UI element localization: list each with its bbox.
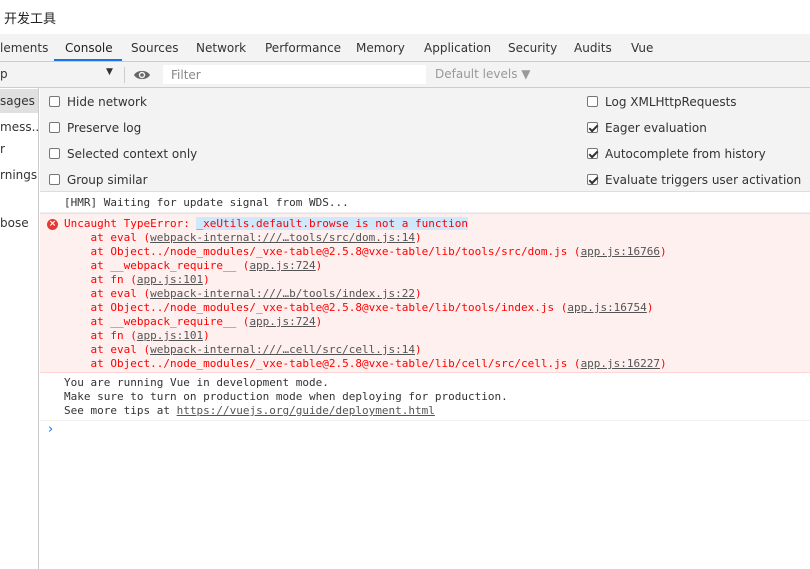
- console-settings-panel: Hide network Preserve log Selected conte…: [40, 88, 810, 192]
- stack-frame-link[interactable]: webpack-internal:///…tools/src/dom.js:14: [150, 231, 415, 244]
- option-label: Hide network: [67, 95, 147, 109]
- stack-frame-text: at eval (: [64, 287, 151, 300]
- tab-security[interactable]: Security: [508, 41, 557, 55]
- stack-frame: at fn (app.js:101): [64, 329, 210, 343]
- checkbox[interactable]: [587, 96, 598, 107]
- console-toolbar: p ▼ Default levels ▼: [0, 62, 810, 88]
- stack-frame: at Object../node_modules/_vxe-table@2.5.…: [64, 245, 667, 259]
- tab-console[interactable]: Console: [65, 41, 113, 55]
- devtools-tab-bar: lements Console Sources Network Performa…: [0, 34, 810, 62]
- checkbox[interactable]: [49, 174, 60, 185]
- checkbox[interactable]: [49, 148, 60, 159]
- stack-frame: at __webpack_require__ (app.js:724): [64, 315, 322, 329]
- stack-frame-text: ): [203, 273, 210, 286]
- tab-memory[interactable]: Memory: [356, 41, 405, 55]
- checkbox[interactable]: [587, 122, 598, 133]
- sidebar-item-verbose[interactable]: bose: [0, 216, 38, 230]
- stack-frame-text: ): [660, 357, 667, 370]
- default-levels-dropdown[interactable]: Default levels ▼: [435, 67, 531, 81]
- window-titlebar: 开发工具: [0, 0, 810, 34]
- message-line: See more tips at https://vuejs.org/guide…: [64, 404, 435, 418]
- stack-frame: at eval (webpack-internal:///…b/tools/in…: [64, 287, 422, 301]
- error-message: _xeUtils.default.browse is not a functio…: [196, 217, 468, 230]
- context-selector[interactable]: p: [0, 67, 8, 81]
- console-message-error: × Uncaught TypeError: _xeUtils.default.b…: [40, 213, 810, 373]
- checkbox[interactable]: [49, 96, 60, 107]
- stack-frame-text: ): [646, 301, 654, 314]
- live-expression-eye-icon[interactable]: [133, 68, 151, 82]
- stack-frame-text: at fn (: [64, 329, 137, 342]
- console-prompt-icon[interactable]: ›: [48, 422, 53, 437]
- option-label: Log XMLHttpRequests: [605, 95, 737, 109]
- option-label: Evaluate triggers user activation: [605, 173, 802, 187]
- error-prefix: Uncaught TypeError:: [64, 217, 197, 230]
- stack-frame-link[interactable]: app.js:724: [249, 315, 315, 328]
- stack-frame-link[interactable]: app.js:101: [137, 273, 203, 286]
- stack-frame-text: ): [315, 315, 323, 328]
- stack-frame-text: ): [415, 343, 422, 356]
- sidebar-item-user-messages[interactable]: mess...: [0, 120, 38, 134]
- checkbox[interactable]: [49, 122, 60, 133]
- tab-elements[interactable]: lements: [0, 41, 48, 55]
- tab-vue[interactable]: Vue: [631, 41, 653, 55]
- message-line: Make sure to turn on production mode whe…: [64, 390, 508, 403]
- vue-deployment-link[interactable]: https://vuejs.org/guide/deployment.html: [177, 404, 435, 417]
- message-text: [HMR] Waiting for update signal from WDS…: [64, 196, 349, 209]
- console-sidebar: sages mess... r rnings bose: [0, 88, 39, 569]
- stack-frame: at __webpack_require__ (app.js:724): [64, 259, 322, 273]
- stack-frame: at Object../node_modules/_vxe-table@2.5.…: [64, 357, 667, 371]
- stack-frame-link[interactable]: app.js:16766: [581, 245, 660, 258]
- stack-frame-text: at eval (: [64, 343, 151, 356]
- stack-frame-text: ): [203, 329, 210, 342]
- tab-network[interactable]: Network: [196, 41, 246, 55]
- stack-frame-text: ): [315, 259, 323, 272]
- stack-frame-text: at Object../node_modules/_vxe-table@2.5.…: [64, 245, 581, 258]
- tab-audits[interactable]: Audits: [574, 41, 612, 55]
- option-label: Selected context only: [67, 147, 198, 161]
- checkbox[interactable]: [587, 174, 598, 185]
- stack-frame-text: at Object../node_modules/_vxe-table@2.5.…: [64, 357, 581, 370]
- sidebar-item-warnings[interactable]: rnings: [0, 168, 38, 182]
- message-text: See more tips at: [64, 404, 177, 417]
- stack-frame-link[interactable]: app.js:724: [249, 259, 315, 272]
- console-message-hmr: [HMR] Waiting for update signal from WDS…: [40, 192, 810, 213]
- active-tab-indicator: [54, 59, 122, 61]
- option-label: Preserve log: [67, 121, 142, 135]
- stack-frame-link[interactable]: app.js:16227: [581, 357, 660, 370]
- stack-frame-text: at __webpack_require__ (: [64, 259, 250, 272]
- stack-frame-link[interactable]: webpack-internal:///…cell/src/cell.js:14: [150, 343, 415, 356]
- checkbox[interactable]: [587, 148, 598, 159]
- console-output[interactable]: [HMR] Waiting for update signal from WDS…: [40, 192, 810, 569]
- stack-frame: at Object../node_modules/_vxe-table@2.5.…: [64, 301, 653, 315]
- option-label: Eager evaluation: [605, 121, 707, 135]
- console-message-vue: You are running Vue in development mode.…: [40, 373, 810, 421]
- stack-frame-text: ): [415, 287, 422, 300]
- option-label: Autocomplete from history: [605, 147, 766, 161]
- stack-frame-text: at __webpack_require__ (: [64, 315, 250, 328]
- sidebar-item-errors[interactable]: r: [0, 142, 38, 156]
- option-label: Group similar: [67, 173, 148, 187]
- tab-application[interactable]: Application: [424, 41, 491, 55]
- window-title: 开发工具: [4, 12, 57, 27]
- error-icon: ×: [47, 219, 58, 230]
- tab-performance[interactable]: Performance: [265, 41, 341, 55]
- stack-frame: at eval (webpack-internal:///…tools/src/…: [64, 231, 422, 245]
- stack-frame-text: ): [660, 245, 667, 258]
- stack-frame-text: at fn (: [64, 273, 137, 286]
- sidebar-item-messages[interactable]: sages: [0, 94, 38, 108]
- toolbar-divider: [124, 67, 125, 83]
- error-headline: Uncaught TypeError: _xeUtils.default.bro…: [64, 217, 468, 231]
- stack-frame-link[interactable]: webpack-internal:///…b/tools/index.js:22: [150, 287, 415, 300]
- context-dropdown-arrow-icon[interactable]: ▼: [106, 67, 113, 77]
- stack-frame: at fn (app.js:101): [64, 273, 210, 287]
- stack-frame-text: at Object../node_modules/_vxe-table@2.5.…: [64, 301, 568, 314]
- stack-frame-link[interactable]: app.js:101: [137, 329, 203, 342]
- stack-frame: at eval (webpack-internal:///…cell/src/c…: [64, 343, 422, 357]
- stack-frame-text: ): [415, 231, 422, 244]
- message-line: You are running Vue in development mode.: [64, 376, 329, 389]
- stack-frame-link[interactable]: app.js:16754: [567, 301, 646, 314]
- tab-sources[interactable]: Sources: [131, 41, 178, 55]
- filter-input[interactable]: [163, 65, 426, 84]
- stack-frame-text: at eval (: [64, 231, 151, 244]
